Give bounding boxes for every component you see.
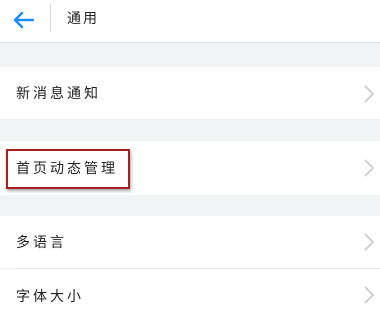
- settings-item-label: 新消息通知: [16, 86, 101, 102]
- settings-item-notifications[interactable]: 新消息通知: [0, 67, 380, 119]
- chevron-right-icon: [364, 85, 375, 103]
- settings-item-label: 首页动态管理: [16, 161, 118, 177]
- settings-screen: 通用 新消息通知 首页动态管理 多语言 字体大小: [0, 0, 380, 315]
- arrow-left-icon: [13, 11, 35, 29]
- header-divider: [50, 4, 51, 32]
- settings-item-label: 多语言: [16, 235, 67, 251]
- header-divider-line: [0, 42, 380, 43]
- page-title: 通用: [67, 11, 99, 27]
- settings-item-font-size[interactable]: 字体大小: [0, 269, 380, 315]
- chevron-right-icon: [364, 233, 375, 251]
- chevron-right-icon: [364, 286, 375, 304]
- settings-item-label: 字体大小: [16, 289, 84, 305]
- settings-item-language[interactable]: 多语言: [0, 216, 380, 268]
- top-bar: 通用: [0, 0, 380, 42]
- settings-item-home-feed[interactable]: 首页动态管理: [0, 141, 380, 195]
- back-button[interactable]: [10, 6, 38, 34]
- chevron-right-icon: [364, 159, 375, 177]
